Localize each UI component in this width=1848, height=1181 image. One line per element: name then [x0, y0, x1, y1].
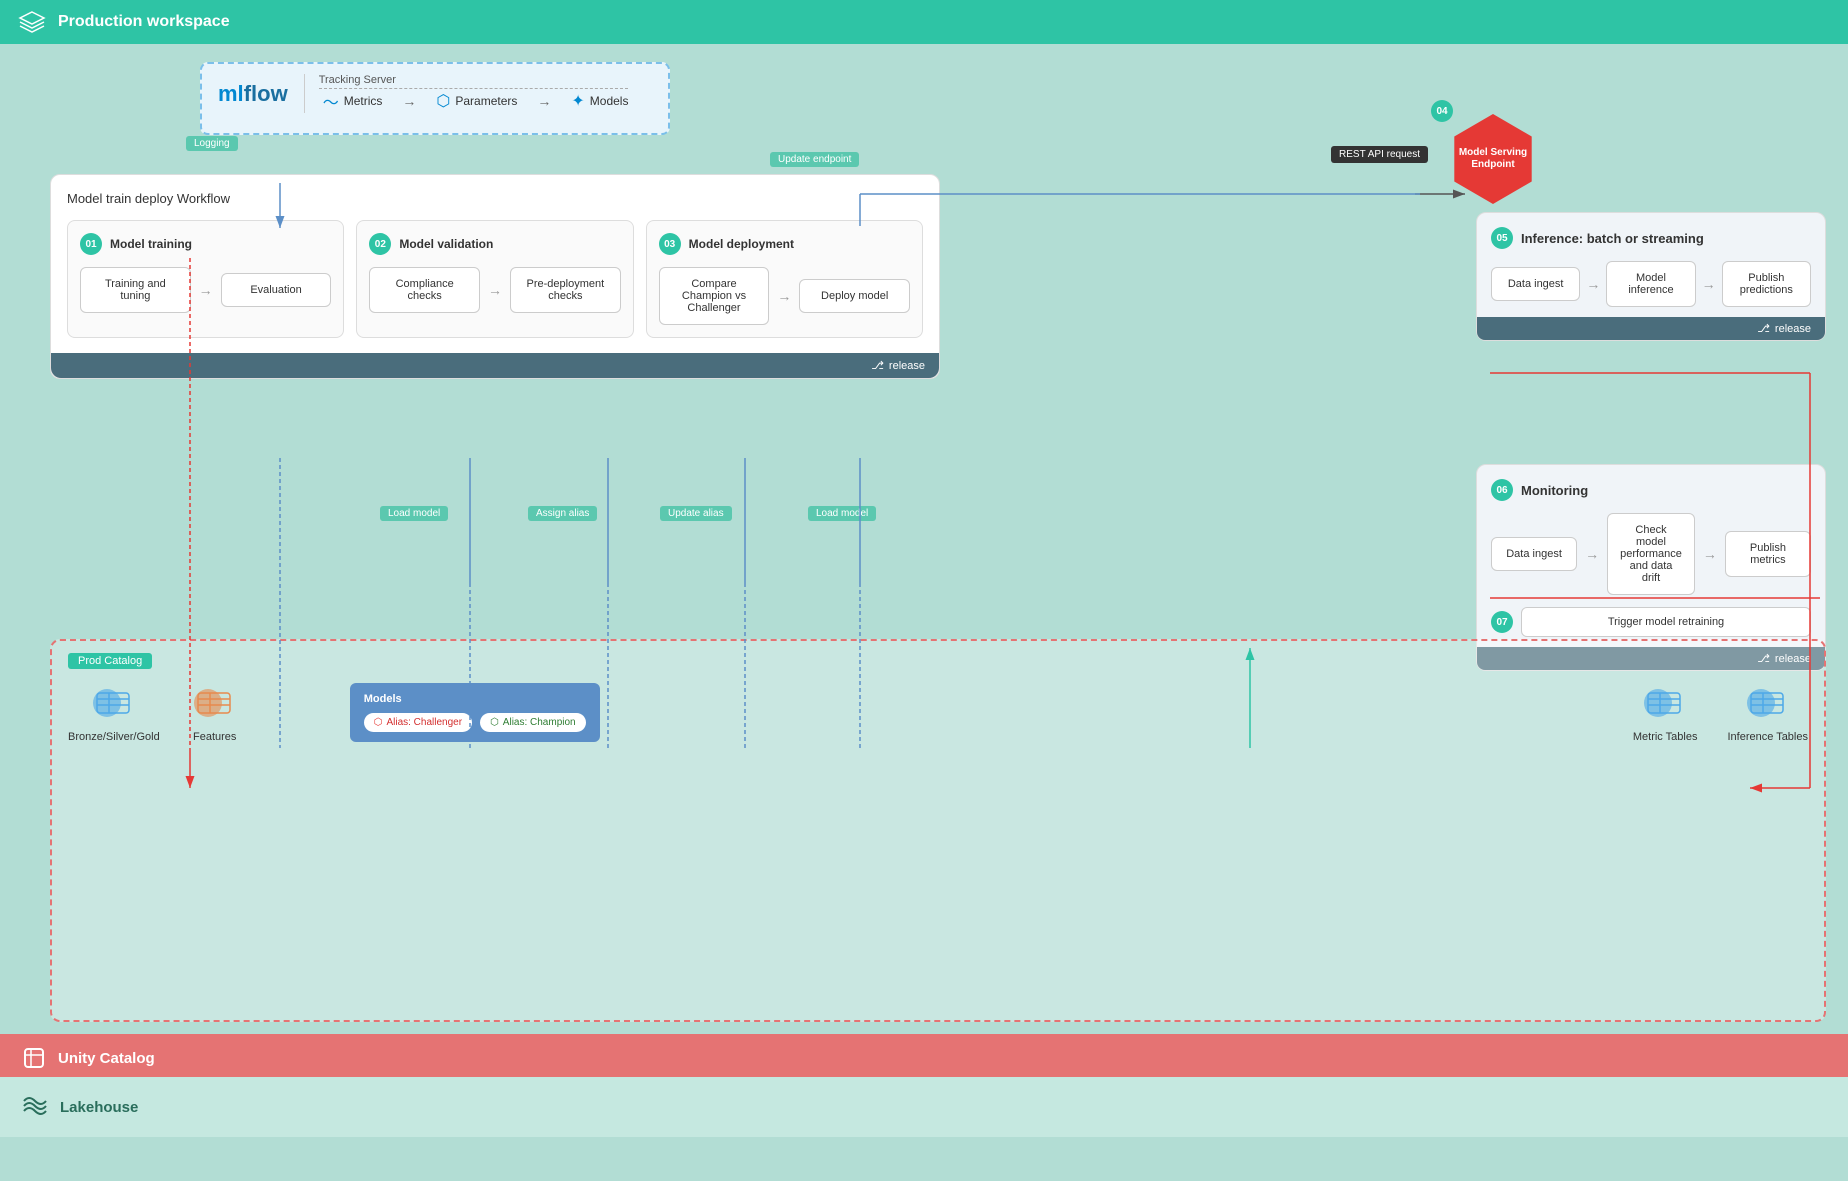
- workflow-release-label: release: [889, 360, 925, 372]
- alias-champion: ⬡ Alias: Champion: [480, 713, 586, 732]
- rest-api-tag: REST API request: [1331, 146, 1428, 163]
- mon-check-model: Check model performance and data drift: [1607, 513, 1695, 595]
- table-icon-metrics: [1640, 681, 1690, 725]
- section-num-02: 02: [369, 233, 391, 255]
- unity-catalog-bar: Unity Catalog: [0, 1034, 1848, 1082]
- inf-model-inference: Model inference: [1606, 261, 1695, 307]
- alias-challenger: ⬡ Alias: Challenger: [364, 713, 472, 732]
- page-title: Production workspace: [58, 13, 230, 31]
- workflow-box: Model train deploy Workflow 01 Model tra…: [50, 174, 940, 379]
- inference-box: 05 Inference: batch or streaming Data in…: [1476, 212, 1826, 341]
- load-model-2-label: Load model: [808, 506, 876, 521]
- model-aliases: ⬡ Alias: Challenger ⬡ Alias: Champion: [364, 713, 586, 732]
- section-title-training: Model training: [110, 237, 192, 251]
- update-endpoint-label: Update endpoint: [770, 152, 859, 167]
- table-icon-features: [190, 681, 240, 725]
- logging-label: Logging: [186, 136, 238, 151]
- prod-catalog-label: Prod Catalog: [68, 653, 152, 669]
- features-item: Features: [190, 681, 240, 743]
- step-compliance-checks: Compliance checks: [369, 267, 480, 313]
- assign-alias-label: Assign alias: [528, 506, 597, 521]
- step-predeployment-checks: Pre-deployment checks: [510, 267, 621, 313]
- models-section: Models ⬡ Alias: Challenger ⬡ Alias: Cham…: [350, 683, 600, 742]
- models-title: Models: [364, 693, 586, 705]
- workflow-title: Model train deploy Workflow: [67, 191, 923, 206]
- layers-icon: [18, 8, 46, 36]
- prod-catalog-area: Prod Catalog Bronze/Silver/Gold: [50, 639, 1826, 1022]
- bronze-silver-gold-label: Bronze/Silver/Gold: [68, 731, 160, 743]
- step-evaluation: Evaluation: [221, 273, 332, 307]
- unity-catalog-title: Unity Catalog: [58, 1050, 155, 1067]
- tracking-server-label: Tracking Server: [319, 74, 629, 89]
- git-icon-inf: ⎇: [1757, 322, 1770, 335]
- inference-release-bar: ⎇ release: [1477, 317, 1825, 340]
- section-num-03: 03: [659, 233, 681, 255]
- update-alias-label: Update alias: [660, 506, 732, 521]
- top-bar: Production workspace: [0, 0, 1848, 44]
- features-label: Features: [193, 731, 236, 743]
- model-serving-endpoint: Model Serving Endpoint: [1448, 114, 1538, 204]
- mlflow-models: ✦ Models: [571, 91, 628, 111]
- inf-data-ingest: Data ingest: [1491, 267, 1580, 301]
- num-06: 06: [1491, 479, 1513, 501]
- metric-tables-item: Metric Tables: [1633, 681, 1698, 743]
- mon-data-ingest: Data ingest: [1491, 537, 1577, 571]
- metrics-icon: 〜: [323, 89, 339, 113]
- arrow-sep1: →: [402, 93, 416, 109]
- models-icon-mlflow: ✦: [571, 91, 584, 111]
- section-num-01: 01: [80, 233, 102, 255]
- workflow-section-training: 01 Model training Training and tuning → …: [67, 220, 344, 338]
- lakehouse-bar: Lakehouse: [0, 1077, 1848, 1137]
- inf-arrow1: →: [1586, 276, 1600, 292]
- mon-publish-metrics: Publish metrics: [1725, 531, 1811, 577]
- challenger-icon: ⬡: [374, 717, 383, 728]
- catalog-items: Bronze/Silver/Gold Features Models: [68, 681, 1808, 743]
- table-icon-inference: [1743, 681, 1793, 725]
- step-deploy-model: Deploy model: [799, 279, 910, 313]
- mon-arrow1: →: [1585, 546, 1599, 562]
- bronze-silver-gold-item: Bronze/Silver/Gold: [68, 681, 160, 743]
- arrow-training: →: [199, 282, 213, 298]
- metric-tables-label: Metric Tables: [1633, 731, 1698, 743]
- monitoring-title: Monitoring: [1521, 483, 1588, 498]
- step-compare-champion: Compare Champion vs Challenger: [659, 267, 770, 325]
- arrow-sep2: →: [537, 93, 551, 109]
- arrow-deployment: →: [777, 288, 791, 304]
- inference-release-label: release: [1775, 323, 1811, 335]
- arrow-validation: →: [488, 282, 502, 298]
- champion-icon: ⬡: [490, 717, 499, 728]
- workflow-release-bar: ⎇ release: [51, 353, 939, 378]
- inference-tables-label: Inference Tables: [1727, 731, 1808, 743]
- num-05: 05: [1491, 227, 1513, 249]
- params-icon: ⬡: [436, 91, 450, 111]
- num-07: 07: [1491, 611, 1513, 633]
- mlflow-logo: mlflow: [218, 81, 288, 107]
- workflow-section-validation: 02 Model validation Compliance checks → …: [356, 220, 633, 338]
- git-icon-workflow: ⎇: [871, 359, 884, 372]
- table-icon-bronze: [89, 681, 139, 725]
- mlflow-metrics: 〜 Metrics: [323, 89, 383, 113]
- mon-arrow2: →: [1703, 546, 1717, 562]
- workflow-sections: 01 Model training Training and tuning → …: [67, 220, 923, 338]
- trigger-retraining: Trigger model retraining: [1521, 607, 1811, 637]
- inf-publish-predictions: Publish predictions: [1722, 261, 1811, 307]
- section-title-validation: Model validation: [399, 237, 493, 251]
- unity-icon: [22, 1046, 46, 1070]
- inference-tables-item: Inference Tables: [1727, 681, 1808, 743]
- models-box: Models ⬡ Alias: Challenger ⬡ Alias: Cham…: [350, 683, 600, 742]
- mlflow-tracking-box: mlflow Tracking Server 〜 Metrics → ⬡ Par…: [200, 62, 670, 135]
- load-model-1-label: Load model: [380, 506, 448, 521]
- model-serving-hexagon-wrap: Model Serving Endpoint: [1448, 114, 1538, 204]
- workflow-section-deployment: 03 Model deployment Compare Champion vs …: [646, 220, 923, 338]
- lakehouse-icon: [22, 1095, 48, 1119]
- inf-arrow2: →: [1702, 276, 1716, 292]
- step-training-tuning: Training and tuning: [80, 267, 191, 313]
- mlflow-parameters: ⬡ Parameters: [436, 91, 517, 111]
- section-title-deployment: Model deployment: [689, 237, 794, 251]
- inference-title: Inference: batch or streaming: [1521, 231, 1704, 246]
- lakehouse-title: Lakehouse: [60, 1099, 138, 1116]
